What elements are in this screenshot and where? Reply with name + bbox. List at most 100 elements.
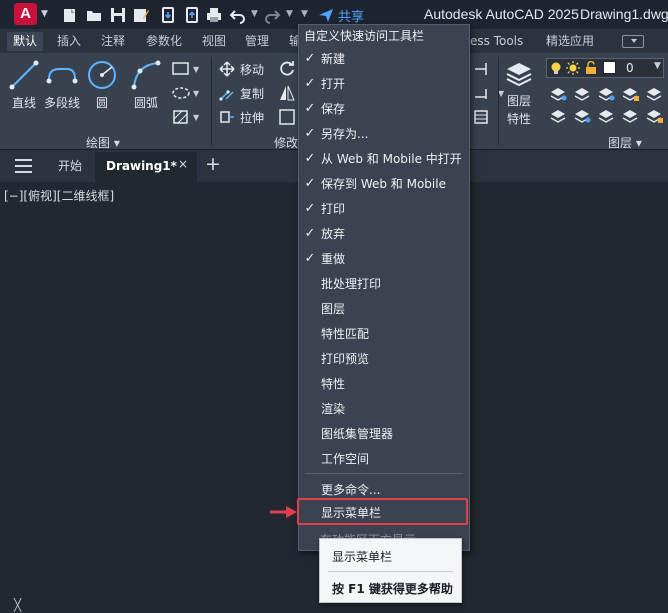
tab-default[interactable]: 默认 [7, 32, 44, 51]
menu-item-label: 保存 [321, 101, 346, 116]
hatch-tool[interactable]: ▼ [172, 83, 199, 103]
menu-item[interactable]: ✓ 另存为... [299, 121, 469, 145]
table-icon [474, 110, 488, 124]
circle-tool[interactable]: 圆 [86, 59, 118, 111]
menu-item[interactable]: 渲染 [299, 396, 469, 420]
tab-parametric[interactable]: 参数化 [146, 32, 182, 51]
unlock-icon[interactable] [584, 61, 598, 75]
stretch-tool[interactable]: 拉伸 [219, 107, 264, 127]
start-tab[interactable]: 开始 [58, 156, 82, 176]
mirror-tool[interactable] [278, 83, 296, 103]
viewport-controls[interactable]: [−][俯视][二维线框] [4, 187, 114, 204]
window-title: Autodesk AutoCAD 2025 [424, 6, 579, 22]
autocad-window: A ▼ ▼ ▼ ▼ 共享 Autodesk AutoCAD 2025 Drawi… [0, 0, 668, 613]
drawing-tab[interactable]: Drawing1* [106, 156, 177, 176]
modify-panel-title[interactable]: 修改 [274, 134, 298, 151]
tab-featured-apps[interactable]: 精选应用 [546, 32, 594, 51]
arrow-annotation-icon [270, 506, 297, 518]
line-tool[interactable]: 直线 [8, 59, 40, 111]
undo-caret-icon[interactable]: ▼ [251, 9, 258, 19]
arc-tool[interactable]: 圆弧 [130, 59, 162, 111]
tab-annotate[interactable]: 注释 [101, 32, 125, 51]
save-icon[interactable] [108, 5, 128, 25]
plot-icon[interactable] [204, 5, 224, 25]
open-icon[interactable] [84, 5, 104, 25]
redo-caret-icon[interactable]: ▼ [286, 9, 293, 19]
tab-view[interactable]: 视图 [202, 32, 226, 51]
menu-item[interactable]: 工作空间 [299, 446, 469, 470]
menu-item[interactable]: 图层 [299, 296, 469, 320]
menu-item[interactable]: 打印预览 [299, 346, 469, 370]
menu-item[interactable]: ✓ 放弃 [299, 221, 469, 245]
app-menu-caret-icon[interactable]: ▼ [41, 9, 48, 19]
menu-item-label: 从 Web 和 Mobile 中打开 [321, 151, 462, 166]
menu-item[interactable]: ✓ 保存 [299, 96, 469, 120]
new-tab-icon[interactable]: + [205, 153, 221, 175]
copy-tool[interactable]: 复制 [219, 83, 264, 103]
undo-icon[interactable] [228, 5, 248, 25]
save-as-icon[interactable] [131, 5, 151, 25]
properties-label: 特性 [506, 112, 531, 126]
menu-item[interactable]: ✓ 新建 [299, 46, 469, 70]
polyline-tool[interactable]: 多段线 [44, 59, 80, 111]
tab-insert[interactable]: 插入 [57, 32, 81, 51]
web-mobile-icon[interactable] [158, 5, 178, 25]
menu-item[interactable]: 图纸集管理器 [299, 421, 469, 445]
menu-item[interactable]: 特性 [299, 371, 469, 395]
polyline-icon [46, 68, 78, 84]
menu-item[interactable]: ✓ 保存到 Web 和 Mobile [299, 171, 469, 195]
move-tool[interactable]: 移动 [219, 59, 264, 79]
tooltip-help: 按 F1 键获得更多帮助 [332, 582, 453, 596]
sun-icon[interactable] [566, 61, 580, 75]
menu-item-label: 打印预览 [321, 351, 370, 366]
menu-hamburger-icon[interactable] [15, 159, 32, 173]
copy-label: 复制 [240, 86, 265, 101]
qat-customize-caret-icon[interactable]: ▼ [301, 9, 308, 19]
hatch-area-tool[interactable]: ▼ [172, 107, 199, 127]
close-tab-icon[interactable]: × [178, 157, 188, 171]
redo-icon[interactable] [262, 5, 282, 25]
layer-dropdown-caret-icon[interactable]: ▼ [654, 61, 661, 71]
menu-item-label: 图纸集管理器 [321, 426, 394, 441]
draw-panel-title[interactable]: 绘图 ▾ [86, 134, 120, 151]
hatch-icon [173, 110, 188, 124]
menu-item[interactable]: ✓ 重做 [299, 246, 469, 270]
table-tool[interactable] [474, 107, 492, 127]
rectangle-tool[interactable]: ▼ [172, 59, 199, 79]
menu-item-label: 打印 [321, 201, 346, 216]
panel-divider [211, 57, 212, 145]
leader-tool[interactable]: ▼ [474, 83, 504, 103]
menu-item[interactable]: ✓ 打开 [299, 71, 469, 95]
lightbulb-icon[interactable] [549, 61, 563, 75]
menu-item-label: 特性匹配 [321, 326, 370, 341]
circle-icon [88, 61, 116, 89]
scale-tool[interactable] [278, 107, 296, 127]
checkmark-icon: ✓ [304, 50, 316, 66]
menu-item-label: 特性 [321, 376, 346, 391]
menu-item-label: 打开 [321, 76, 346, 91]
layers-panel-title[interactable]: 图层 ▾ [608, 134, 642, 151]
layer-color-swatch[interactable] [603, 61, 616, 74]
menu-item[interactable]: ✓ 打印 [299, 196, 469, 220]
checkmark-icon: ✓ [304, 175, 316, 191]
app-logo[interactable]: A [14, 3, 37, 25]
menu-item[interactable]: 批处理打印 [299, 271, 469, 295]
rotate-tool[interactable] [278, 59, 296, 79]
menu-item[interactable]: ✓ 从 Web 和 Mobile 中打开 [299, 146, 469, 170]
share-icon[interactable] [316, 5, 336, 25]
menu-item[interactable]: 特性匹配 [299, 321, 469, 345]
new-icon[interactable] [60, 5, 80, 25]
layer-properties-tool[interactable]: 图层 特性 [503, 57, 535, 127]
dimension-icon [475, 63, 487, 75]
tab-manage[interactable]: 管理 [245, 32, 269, 51]
web-mobile-save-icon[interactable] [182, 5, 202, 25]
dimension-tool[interactable] [474, 59, 492, 79]
layer-tools-grid-icon[interactable] [549, 86, 663, 126]
rectangle-icon [172, 62, 189, 75]
ribbon-minimize-toggle[interactable] [622, 35, 644, 48]
ellipse-icon [172, 87, 190, 99]
checkmark-icon: ✓ [304, 225, 316, 241]
share-button[interactable]: 共享 [338, 6, 364, 25]
tab-express-tools[interactable]: ess Tools [470, 32, 523, 51]
checkmark-icon: ✓ [304, 150, 316, 166]
